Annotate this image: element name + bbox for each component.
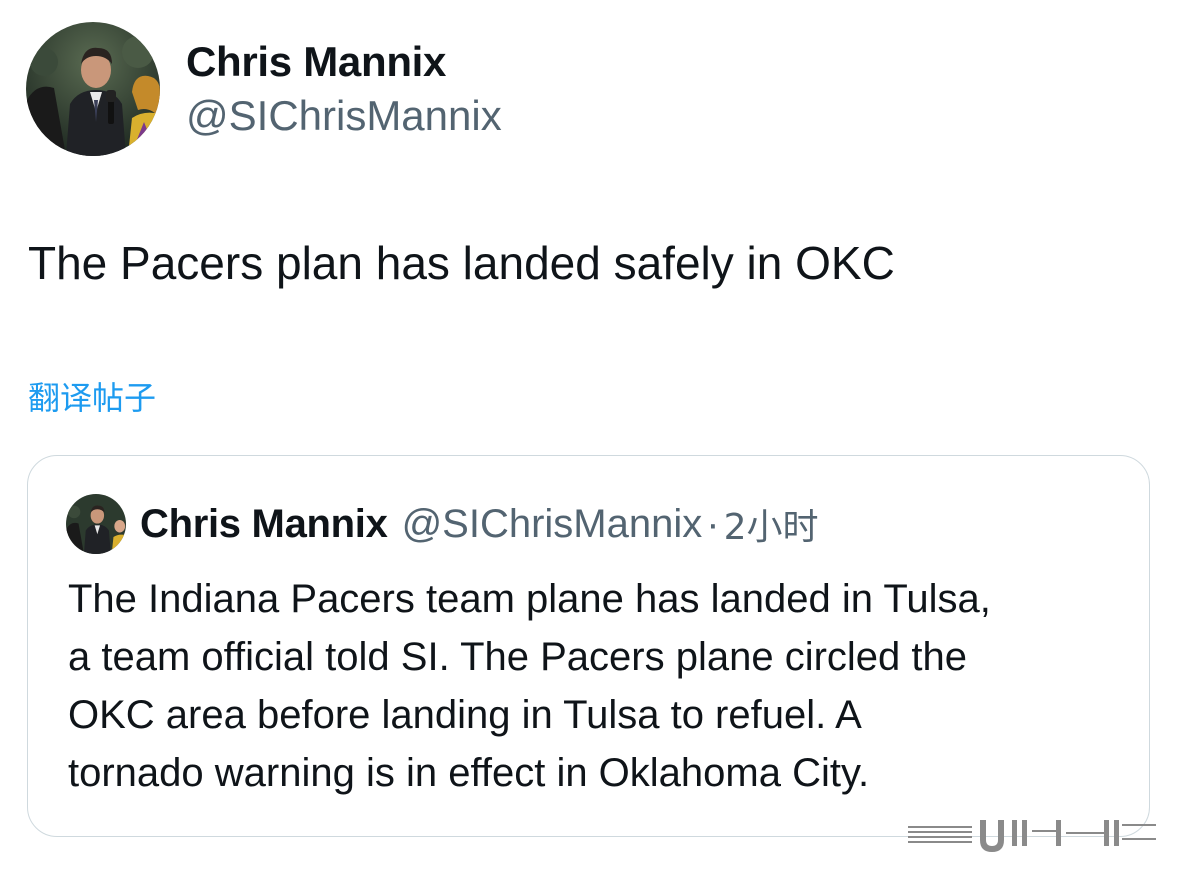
quoted-timestamp[interactable]: 2小时: [724, 498, 819, 550]
author-display-name[interactable]: Chris Mannix: [186, 38, 502, 86]
quoted-tweet-text: The Indiana Pacers team plane has landed…: [68, 570, 1128, 802]
quoted-author-avatar: [66, 494, 126, 554]
quoted-meta-separator: ·: [706, 501, 720, 546]
quoted-tweet-card[interactable]: Chris Mannix @SIChrisMannix · 2小时 The In…: [27, 455, 1150, 837]
tweet-text: The Pacers plan has landed safely in OKC: [28, 237, 895, 289]
watermark-logo: [908, 816, 1158, 852]
author-handle[interactable]: @SIChrisMannix: [186, 92, 502, 140]
quoted-text-line: tornado warning is in effect in Oklahoma…: [68, 751, 870, 795]
quoted-author-name: Chris Mannix: [140, 501, 388, 546]
author-names: Chris Mannix @SIChrisMannix: [186, 38, 502, 140]
quoted-text-line: OKC area before landing in Tulsa to refu…: [68, 693, 862, 737]
tweet-author-header: Chris Mannix @SIChrisMannix: [26, 22, 502, 156]
quoted-tweet-header: Chris Mannix @SIChrisMannix · 2小时: [66, 494, 818, 554]
quoted-text-line: a team official told SI. The Pacers plan…: [68, 635, 968, 679]
quoted-author-handle: @SIChrisMannix: [401, 501, 703, 546]
translate-post-link[interactable]: 翻译帖子: [28, 374, 156, 422]
author-avatar[interactable]: [26, 22, 160, 156]
quoted-text-line: The Indiana Pacers team plane has landed…: [68, 577, 991, 621]
